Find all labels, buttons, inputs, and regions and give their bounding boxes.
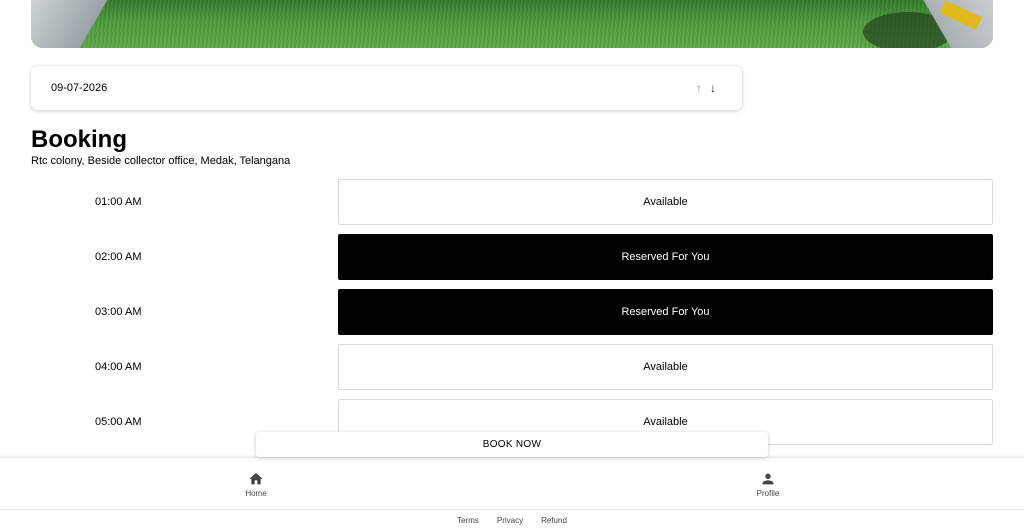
slot-time: 01:00 AM: [95, 196, 142, 208]
terms-link[interactable]: Terms: [457, 516, 479, 525]
venue-hero-image: [31, 0, 993, 48]
slot-status-button[interactable]: Reserved For You: [338, 289, 993, 335]
slot-time: 03:00 AM: [95, 306, 142, 318]
time-slot-row: 04:00 AM Available: [31, 344, 993, 399]
privacy-link[interactable]: Privacy: [497, 516, 523, 525]
arrow-up-icon[interactable]: ↑: [696, 81, 702, 95]
time-slot-list: 01:00 AM Available 02:00 AM Reserved For…: [31, 179, 993, 454]
nav-profile-label: Profile: [756, 488, 780, 498]
home-icon: [249, 472, 263, 484]
slot-time: 04:00 AM: [95, 361, 142, 373]
time-slot-row: 01:00 AM Available: [31, 179, 993, 234]
selected-date[interactable]: 09-07-2026: [51, 82, 107, 94]
slot-time: 05:00 AM: [95, 416, 142, 428]
slot-time: 02:00 AM: [95, 251, 142, 263]
bottom-navigation: Home Profile: [0, 458, 1024, 510]
slot-status-button[interactable]: Reserved For You: [338, 234, 993, 280]
nav-profile[interactable]: Profile: [728, 458, 808, 510]
refund-link[interactable]: Refund: [541, 516, 567, 525]
date-picker-field[interactable]: 09-07-2026 ↑ ↓: [31, 66, 742, 110]
person-icon: [762, 473, 774, 484]
time-slot-row: 03:00 AM Reserved For You: [31, 289, 993, 344]
slot-status-button[interactable]: Available: [338, 179, 993, 225]
nav-home[interactable]: Home: [216, 458, 296, 510]
footer-links: Terms Privacy Refund: [0, 511, 1024, 530]
slot-status-button[interactable]: Available: [338, 344, 993, 390]
arrow-down-icon[interactable]: ↓: [710, 81, 716, 95]
book-now-button[interactable]: BOOK NOW: [256, 432, 768, 457]
nav-home-label: Home: [245, 488, 267, 498]
page-title: Booking: [31, 126, 127, 153]
time-slot-row: 02:00 AM Reserved For You: [31, 234, 993, 289]
venue-address: Rtc colony, Beside collector office, Med…: [31, 155, 291, 167]
